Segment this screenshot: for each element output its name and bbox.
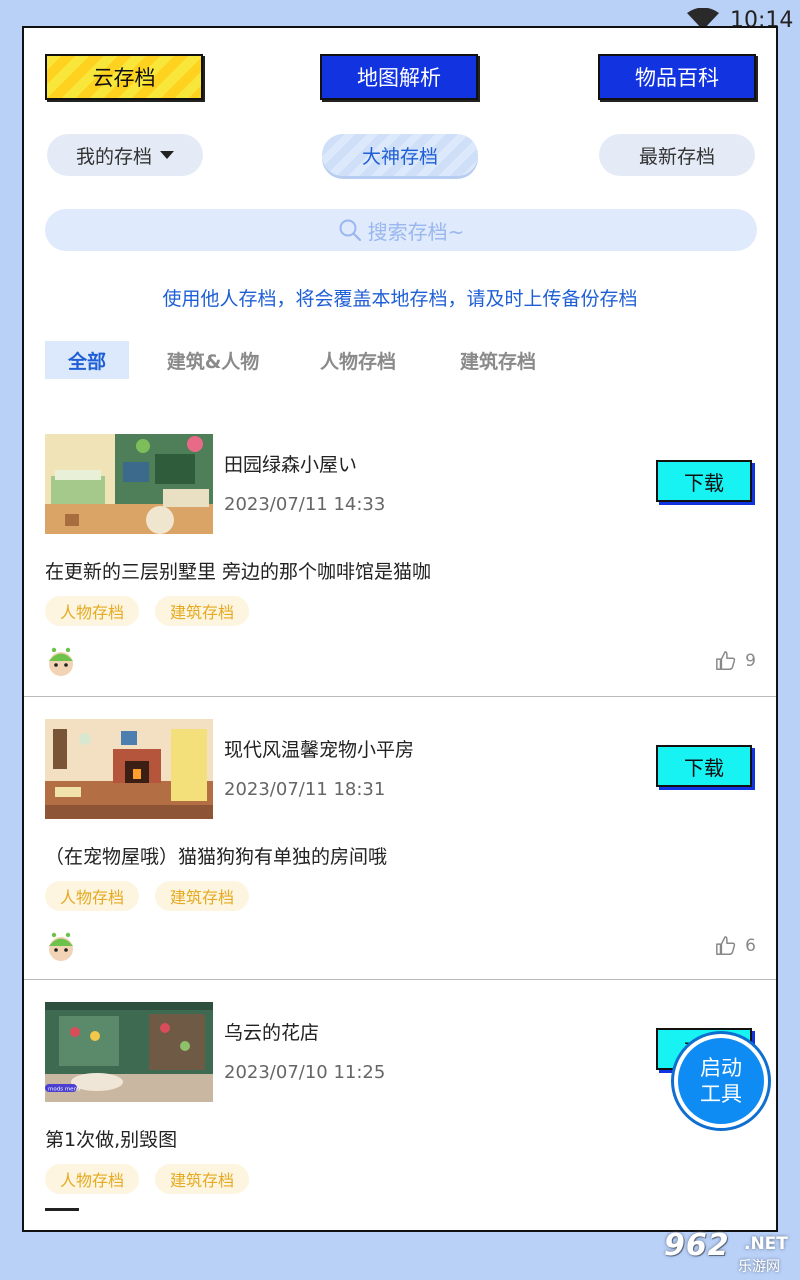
category-tab-building[interactable]: 建筑存档: [452, 341, 544, 379]
search-placeholder: 搜索存档~: [367, 219, 465, 244]
save-date: 2023/07/10 11:25: [224, 1062, 386, 1083]
watermark-logo: 962 .NET 乐游网: [660, 1226, 796, 1276]
my-saves-dropdown[interactable]: 我的存档: [47, 134, 203, 176]
fab-line1: 启动: [700, 1056, 742, 1080]
overwrite-notice: 使用他人存档，将会覆盖本地存档，请及时上传备份存档: [162, 288, 638, 310]
save-card[interactable]: 现代风温馨宠物小平房 2023/07/11 18:31 下载 （在宠物屋哦）猫猫…: [24, 696, 776, 978]
launch-tool-button[interactable]: 启动 工具: [674, 1034, 768, 1128]
divider: [45, 1208, 79, 1211]
save-date: 2023/07/11 18:31: [224, 779, 386, 800]
tag-character: 人物存档: [45, 881, 139, 911]
save-title: 田园绿森小屋い: [224, 454, 358, 476]
avatar[interactable]: [45, 931, 77, 963]
search-icon: [339, 219, 361, 242]
avatar[interactable]: [45, 646, 77, 678]
category-tab-character[interactable]: 人物存档: [312, 341, 404, 379]
download-button[interactable]: 下载: [656, 460, 752, 502]
save-title: 现代风温馨宠物小平房: [224, 739, 415, 761]
category-tab-building-character[interactable]: 建筑&人物: [158, 341, 268, 379]
fab-line2: 工具: [700, 1082, 742, 1106]
tag-character: 人物存档: [45, 1164, 139, 1194]
app-window: 云存档 地图解析 物品百科 我的存档 大神存档 最新存档 搜索存档~ 使用他人存…: [22, 26, 778, 1232]
tag-building: 建筑存档: [155, 596, 249, 626]
mods-menu-label: mods menu: [48, 1087, 81, 1093]
save-thumbnail[interactable]: [45, 719, 213, 819]
save-title: 乌云的花店: [224, 1022, 320, 1044]
save-thumbnail[interactable]: mods menu: [45, 1002, 213, 1102]
map-analysis-button[interactable]: 地图解析: [320, 54, 478, 100]
watermark-site: 乐游网: [738, 1259, 780, 1275]
like-button[interactable]: 6: [715, 935, 756, 957]
caret-down-icon: [160, 151, 174, 159]
save-card[interactable]: 田园绿森小屋い 2023/07/11 14:33 下载 在更新的三层别墅里 旁边…: [24, 412, 776, 694]
save-description: （在宠物屋哦）猫猫狗狗有单独的房间哦: [45, 846, 388, 868]
my-saves-label: 我的存档: [75, 145, 152, 168]
item-wiki-button[interactable]: 物品百科: [598, 54, 756, 100]
save-description: 第1次做,别毁图: [45, 1129, 178, 1151]
latest-saves-tab[interactable]: 最新存档: [599, 134, 755, 176]
category-tab-all[interactable]: 全部: [45, 341, 129, 379]
watermark-net: .NET: [744, 1234, 788, 1254]
save-card[interactable]: mods menu 乌云的花店 2023/07/10 11:25 下载 第1次做…: [24, 979, 776, 1230]
search-input[interactable]: 搜索存档~: [45, 209, 757, 251]
thumbs-up-icon: [716, 936, 736, 955]
save-description: 在更新的三层别墅里 旁边的那个咖啡馆是猫咖: [45, 561, 432, 583]
save-thumbnail[interactable]: [45, 434, 213, 534]
save-date: 2023/07/11 14:33: [224, 494, 386, 515]
master-saves-tab[interactable]: 大神存档: [322, 134, 478, 176]
watermark-number: 962: [664, 1228, 730, 1263]
tag-building: 建筑存档: [155, 1164, 249, 1194]
download-button[interactable]: 下载: [656, 745, 752, 787]
like-count: 9: [745, 651, 756, 671]
thumbs-up-icon: [716, 651, 736, 670]
like-button[interactable]: 9: [715, 650, 756, 672]
tag-building: 建筑存档: [155, 881, 249, 911]
like-count: 6: [745, 936, 756, 956]
cloud-save-button[interactable]: 云存档: [45, 54, 203, 100]
tag-character: 人物存档: [45, 596, 139, 626]
